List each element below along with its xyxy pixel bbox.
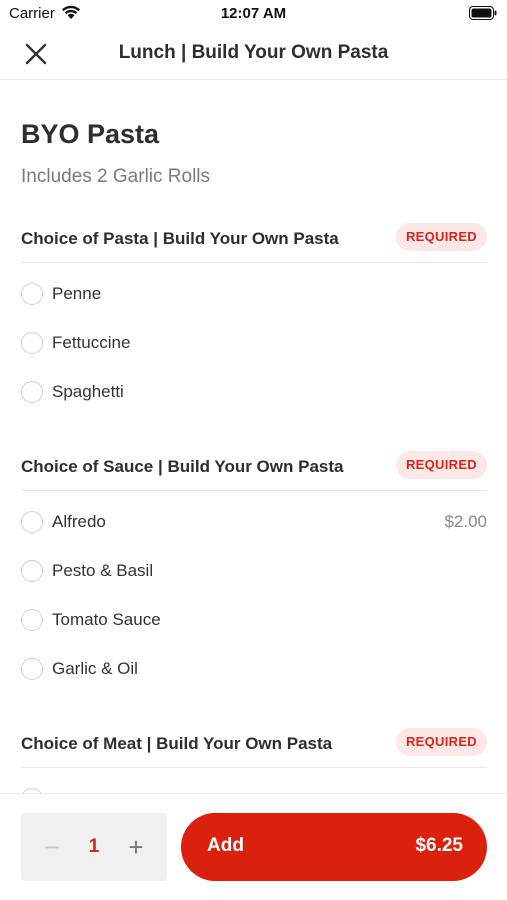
section-pasta: Choice of Pasta | Build Your Own Pasta R… — [21, 215, 487, 418]
add-button-label: Add — [207, 835, 244, 856]
radio-button[interactable] — [21, 658, 43, 680]
section-sauce: Choice of Sauce | Build Your Own Pasta R… — [21, 443, 487, 695]
quantity-value: 1 — [88, 836, 100, 857]
option-label: Penne — [52, 284, 102, 303]
status-time: 12:07 AM — [220, 5, 287, 22]
item-content[interactable]: BYO Pasta Includes 2 Garlic Rolls Choice… — [0, 81, 507, 793]
radio-button[interactable] — [21, 511, 43, 533]
option-garlic-oil[interactable]: Garlic & Oil — [21, 646, 487, 695]
section-title: Choice of Meat | Build Your Own Pasta — [21, 734, 333, 753]
increment-button[interactable]: + — [119, 827, 153, 867]
item-subtitle: Includes 2 Garlic Rolls — [21, 166, 211, 187]
add-button-price: $6.25 — [415, 835, 463, 856]
battery-icon — [469, 6, 497, 20]
option-label: Spaghetti — [52, 382, 124, 401]
option-penne[interactable]: Penne — [21, 271, 487, 320]
option-label: Garlic & Oil — [52, 659, 138, 678]
item-title: BYO Pasta — [21, 119, 160, 149]
section-meat: Choice of Meat | Build Your Own Pasta RE… — [21, 720, 487, 793]
bottom-bar: − 1 + Add $6.25 — [0, 793, 507, 900]
add-to-cart-button[interactable]: Add $6.25 — [181, 813, 487, 881]
option-spaghetti[interactable]: Spaghetti — [21, 369, 487, 418]
radio-button[interactable] — [21, 609, 43, 631]
section-header: Choice of Meat | Build Your Own Pasta RE… — [21, 720, 487, 768]
section-title: Choice of Pasta | Build Your Own Pasta — [21, 229, 339, 248]
option-price: $2.00 — [444, 512, 487, 531]
option-alfredo[interactable]: Alfredo $2.00 — [21, 499, 487, 548]
option-pesto-basil[interactable]: Pesto & Basil — [21, 548, 487, 597]
option-label: Fettuccine — [52, 333, 131, 352]
decrement-button[interactable]: − — [35, 827, 69, 867]
section-title: Choice of Sauce | Build Your Own Pasta — [21, 457, 344, 476]
required-badge: REQUIRED — [395, 451, 487, 479]
radio-button[interactable] — [21, 560, 43, 582]
radio-button[interactable] — [21, 381, 43, 403]
option-fettuccine[interactable]: Fettuccine — [21, 320, 487, 369]
option-label: Alfredo — [52, 512, 106, 531]
nav-title: Lunch | Build Your Own Pasta — [118, 42, 389, 63]
quantity-stepper: − 1 + — [21, 813, 167, 881]
option-tomato-sauce[interactable]: Tomato Sauce — [21, 597, 487, 646]
section-header: Choice of Sauce | Build Your Own Pasta R… — [21, 443, 487, 491]
status-bar: Carrier 12:07 AM — [0, 0, 507, 30]
radio-button[interactable] — [21, 332, 43, 354]
required-badge: REQUIRED — [395, 728, 487, 756]
required-badge: REQUIRED — [395, 223, 487, 251]
radio-button[interactable] — [21, 283, 43, 305]
option-label: Pesto & Basil — [52, 561, 154, 580]
nav-bar: Lunch | Build Your Own Pasta — [0, 30, 507, 80]
section-header: Choice of Pasta | Build Your Own Pasta R… — [21, 215, 487, 263]
option-label: Tomato Sauce — [52, 610, 161, 629]
option-partial[interactable] — [21, 776, 487, 793]
